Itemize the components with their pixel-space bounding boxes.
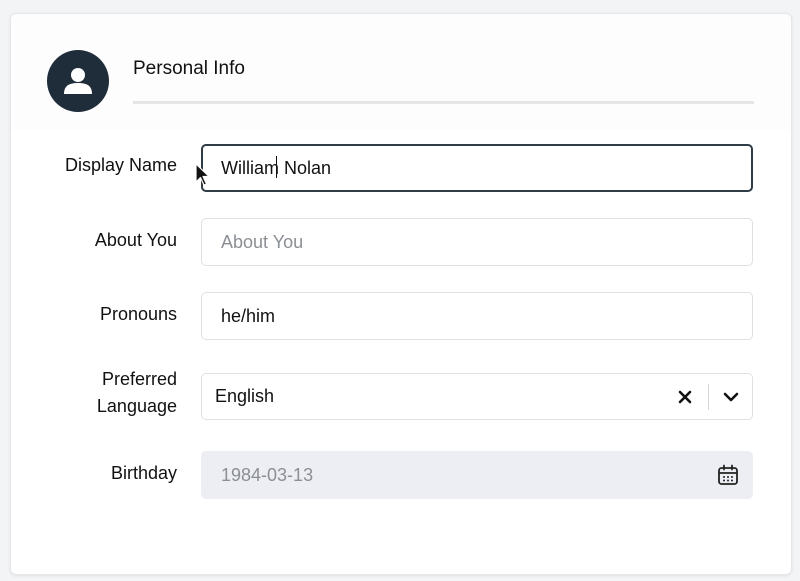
- display-name-field[interactable]: [201, 144, 753, 192]
- pronouns-input[interactable]: [202, 293, 752, 339]
- chevron-down-icon: [723, 392, 739, 402]
- display-name-label: Display Name: [64, 155, 177, 175]
- pronouns-field[interactable]: [201, 292, 753, 340]
- selected-language-value: English: [215, 386, 275, 406]
- about-you-input[interactable]: [202, 219, 752, 265]
- mouse-pointer-icon: [195, 163, 210, 186]
- calendar-button[interactable]: [715, 462, 741, 488]
- close-icon: [678, 390, 692, 404]
- avatar: [47, 50, 109, 112]
- about-you-label: About You: [94, 230, 177, 250]
- preferred-language-label-line2: Language: [96, 396, 177, 416]
- preferred-language-label: Preferred Language: [27, 366, 177, 420]
- display-name-input[interactable]: [203, 146, 751, 190]
- section-title: Personal Info: [133, 58, 245, 79]
- select-separator: [708, 384, 709, 410]
- calendar-icon: [718, 464, 738, 485]
- preferred-language-select[interactable]: English: [201, 373, 753, 420]
- user-icon: [64, 68, 92, 94]
- dropdown-toggle-button[interactable]: [716, 384, 746, 410]
- section-divider: [133, 101, 754, 104]
- birthday-field: 1984-03-13: [201, 451, 753, 499]
- preferred-language-label-line1: Preferred: [101, 369, 177, 389]
- birthday-label: Birthday: [110, 463, 177, 483]
- text-caret: [276, 156, 277, 178]
- pronouns-label: Pronouns: [99, 304, 177, 324]
- personal-info-card: Personal Info Display Name About You Pro…: [10, 13, 792, 575]
- about-you-field[interactable]: [201, 218, 753, 266]
- birthday-value: 1984-03-13: [221, 465, 314, 485]
- clear-selection-button[interactable]: [672, 384, 698, 410]
- card-header: [11, 14, 791, 130]
